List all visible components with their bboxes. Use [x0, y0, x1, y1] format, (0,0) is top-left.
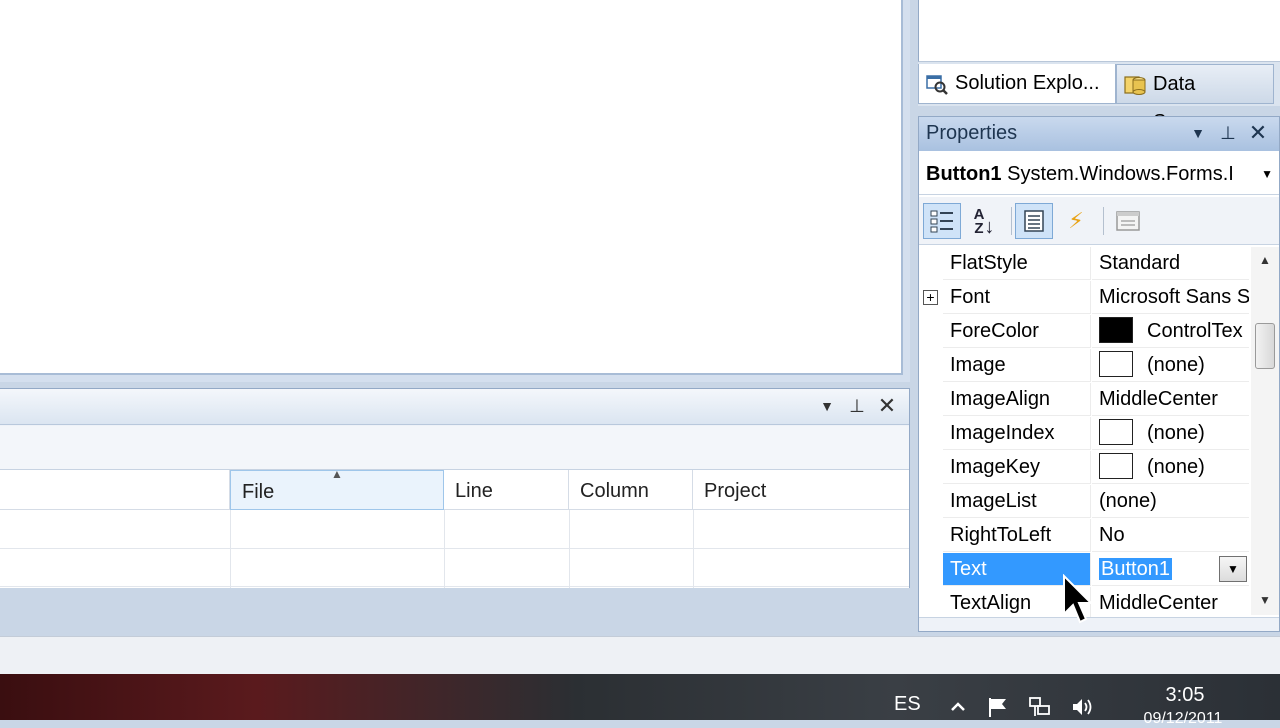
object-type: System.Windows.Forms.I	[1007, 163, 1234, 185]
property-row-imageindex[interactable]: ImageIndex (none)	[919, 417, 1249, 451]
property-row-image[interactable]: Image (none)	[919, 349, 1249, 383]
solution-explorer-icon	[926, 75, 948, 95]
property-row-imagekey[interactable]: ImageKey (none)	[919, 451, 1249, 485]
close-icon[interactable]: ✕	[876, 395, 898, 417]
form-designer	[0, 0, 910, 382]
scroll-down-icon[interactable]: ▼	[1251, 587, 1279, 613]
close-icon[interactable]: ✕	[1247, 122, 1269, 144]
tab-solution-explorer[interactable]: Solution Explo...	[918, 64, 1116, 104]
properties-titlebar: Properties ▼ ⊥ ✕	[919, 117, 1279, 151]
categorized-button[interactable]	[923, 203, 961, 239]
chevron-down-icon[interactable]: ▼	[1261, 153, 1273, 195]
pin-icon[interactable]: ⊥	[846, 395, 868, 417]
property-value[interactable]: ControlTex	[1092, 315, 1249, 348]
property-value[interactable]: (none)	[1092, 349, 1249, 382]
properties-toolbar: A Z↓ ⚡	[919, 197, 1279, 245]
image-swatch	[1099, 350, 1133, 377]
show-hidden-icons-icon[interactable]	[946, 696, 970, 718]
column-header-column[interactable]: Column	[569, 470, 693, 510]
property-row-imagealign[interactable]: ImageAlign MiddleCenter	[919, 383, 1249, 417]
property-pages-button[interactable]	[1109, 203, 1147, 239]
toolbar-separator	[1011, 207, 1012, 235]
action-center-flag-icon[interactable]	[986, 696, 1010, 718]
column-header-file[interactable]: ▲ File	[230, 467, 444, 510]
properties-title: Properties	[926, 122, 1018, 144]
error-list-toolbar	[0, 426, 909, 470]
property-value[interactable]: MiddleCenter	[1092, 587, 1249, 620]
image-swatch	[1099, 418, 1133, 445]
table-row[interactable]	[0, 548, 909, 587]
property-grid: FlatStyle Standard + Font Microsoft Sans…	[919, 247, 1279, 621]
events-button[interactable]: ⚡	[1057, 203, 1095, 239]
properties-icon	[1024, 210, 1044, 232]
window-position-icon[interactable]: ▼	[1187, 122, 1209, 144]
data-sources-icon	[1124, 76, 1146, 95]
property-row-forecolor[interactable]: ForeColor ControlTex	[919, 315, 1249, 349]
column-header-project[interactable]: Project	[693, 470, 909, 510]
properties-button[interactable]	[1015, 203, 1053, 239]
column-header-line[interactable]: Line	[444, 470, 569, 510]
categorized-icon	[930, 210, 953, 233]
clock-date[interactable]: 09/12/2011	[1128, 710, 1238, 728]
pin-icon[interactable]: ⊥	[1217, 122, 1239, 144]
alphabetical-button[interactable]: A Z↓	[965, 203, 1003, 239]
property-value[interactable]: No	[1092, 519, 1249, 552]
column-header-description[interactable]	[0, 470, 230, 510]
expand-icon[interactable]: +	[923, 290, 938, 305]
properties-description-splitter[interactable]	[919, 617, 1279, 631]
property-value[interactable]: (none)	[1092, 417, 1249, 450]
property-row-font[interactable]: + Font Microsoft Sans S	[919, 281, 1249, 315]
scroll-up-icon[interactable]: ▲	[1251, 247, 1279, 273]
error-list-titlebar: ▼ ⊥ ✕	[0, 389, 909, 425]
events-icon: ⚡	[1068, 208, 1084, 233]
property-value[interactable]: (none)	[1092, 451, 1249, 484]
tab-data-sources[interactable]: Data Sources	[1116, 64, 1274, 133]
color-swatch	[1099, 316, 1133, 343]
property-value[interactable]: Standard	[1092, 247, 1249, 280]
volume-icon[interactable]	[1070, 696, 1094, 718]
object-selector[interactable]: Button1 System.Windows.Forms.I ▼	[919, 153, 1279, 195]
sort-ascending-icon: ▲	[331, 467, 343, 481]
language-indicator[interactable]: ES	[894, 693, 921, 716]
network-icon[interactable]	[1028, 696, 1052, 718]
table-row[interactable]	[0, 510, 909, 549]
error-list-panel: ▼ ⊥ ✕ ▲ File Line Column Project	[0, 388, 910, 588]
property-grid-scrollbar[interactable]: ▲ ▼	[1251, 247, 1279, 615]
designer-canvas[interactable]	[0, 0, 903, 375]
grid-divider	[230, 510, 231, 588]
property-row-flatstyle[interactable]: FlatStyle Standard	[919, 247, 1249, 281]
clock-time[interactable]: 3:05	[1150, 684, 1220, 707]
grid-divider	[444, 510, 445, 588]
property-row-righttoleft[interactable]: RightToLeft No	[919, 519, 1249, 553]
properties-window: Properties ▼ ⊥ ✕ Button1 System.Windows.…	[918, 116, 1280, 632]
solution-explorer-content	[918, 0, 1280, 62]
alphabetical-icon: AZ	[973, 206, 985, 237]
image-swatch	[1099, 452, 1133, 479]
property-row-imagelist[interactable]: ImageList (none)	[919, 485, 1249, 519]
chevron-down-icon[interactable]: ▼	[1219, 556, 1247, 582]
mouse-cursor-icon	[1063, 574, 1092, 624]
toolbar-separator	[1103, 207, 1104, 235]
property-value[interactable]: MiddleCenter	[1092, 383, 1249, 416]
property-value[interactable]: Microsoft Sans S	[1092, 281, 1249, 314]
status-bar	[0, 636, 1280, 674]
window-position-icon[interactable]: ▼	[816, 395, 838, 417]
solution-tab-strip: Solution Explo... Data Sources	[918, 62, 1280, 133]
property-value[interactable]: (none)	[1092, 485, 1249, 518]
property-pages-icon	[1116, 211, 1140, 231]
grid-divider	[569, 510, 570, 588]
scroll-thumb[interactable]	[1255, 323, 1275, 369]
text-value-input[interactable]: Button1 ▼	[1092, 553, 1249, 586]
object-name: Button1	[926, 163, 1002, 185]
error-list-table: ▲ File Line Column Project	[0, 467, 909, 588]
grid-divider	[693, 510, 694, 588]
